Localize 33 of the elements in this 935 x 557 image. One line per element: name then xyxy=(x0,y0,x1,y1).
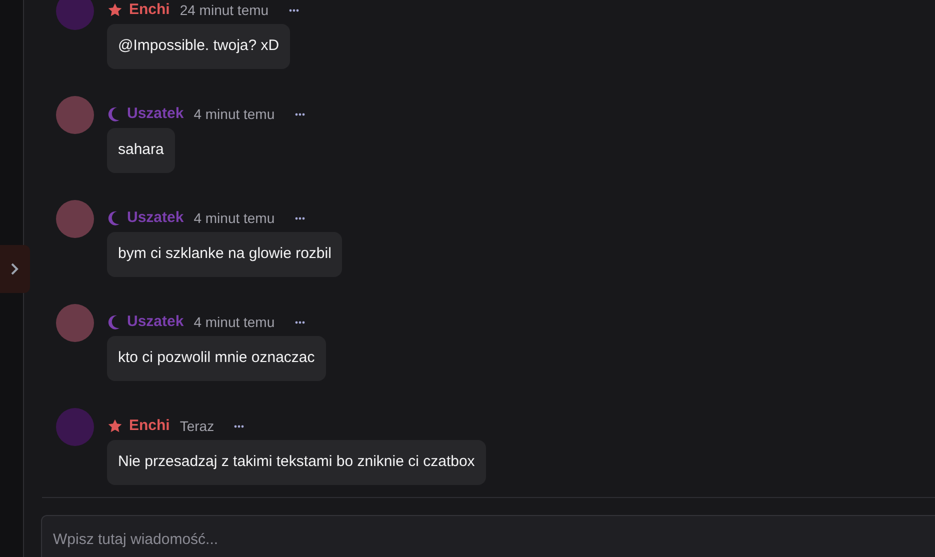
user-avatar[interactable] xyxy=(56,200,94,238)
author-name[interactable]: Enchi xyxy=(129,0,170,22)
user-avatar[interactable] xyxy=(56,0,94,30)
message-time: 4 minut temu xyxy=(194,312,275,332)
more-options-button[interactable] xyxy=(286,8,301,12)
author-name[interactable]: Uszatek xyxy=(127,102,184,126)
author-name[interactable]: Uszatek xyxy=(127,310,184,334)
message-bubble: Nie przesadzaj z takimi tekstami bo zniknie ci czatbox xyxy=(107,440,486,485)
chevron-right-icon xyxy=(10,262,20,276)
ellipsis-icon xyxy=(294,216,305,220)
message-time: 4 minut temu xyxy=(194,104,275,124)
user-avatar[interactable] xyxy=(56,304,94,342)
more-options-button[interactable] xyxy=(292,216,307,220)
more-options-button[interactable] xyxy=(232,424,246,428)
user-avatar[interactable] xyxy=(56,408,94,446)
ellipsis-icon xyxy=(234,424,244,428)
message-bubble: @Impossible. twoja? xD xyxy=(107,24,290,69)
message-bubble: bym ci szklanke na glowie rozbil xyxy=(107,232,342,277)
user-avatar[interactable] xyxy=(56,96,94,134)
message-bubble: kto ci pozwolil mnie oznaczac xyxy=(107,336,326,381)
ellipsis-icon xyxy=(294,320,305,324)
expand-sidebar-button[interactable] xyxy=(0,245,30,293)
message-time: Teraz xyxy=(180,416,214,436)
message-input[interactable]: Wpisz tutaj wiadomość... xyxy=(41,515,935,557)
more-options-button[interactable] xyxy=(292,112,307,116)
message-time: 24 minut temu xyxy=(180,0,269,20)
author-name[interactable]: Uszatek xyxy=(127,206,184,230)
more-options-button[interactable] xyxy=(292,320,307,324)
message-bubble: sahara xyxy=(107,128,175,173)
ellipsis-icon xyxy=(294,112,305,116)
ellipsis-icon xyxy=(288,8,299,12)
author-name[interactable]: Enchi xyxy=(129,414,170,438)
message-time: 4 minut temu xyxy=(194,208,275,228)
